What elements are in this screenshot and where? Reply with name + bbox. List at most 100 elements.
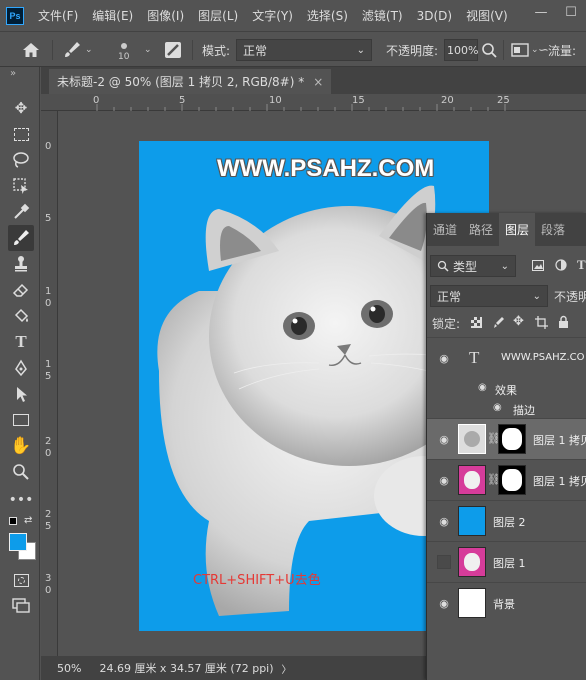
eye-icon[interactable]: ◉	[437, 514, 451, 528]
move-tool-icon[interactable]: ✥	[8, 95, 34, 121]
tab-layers[interactable]: 图层	[499, 213, 536, 246]
tools-panel: » ✥ T ✋ ••• ⇄	[0, 67, 40, 680]
chevron-down-icon[interactable]: ⌄	[144, 32, 152, 68]
menu-bar: Ps 文件(F) 编辑(E) 图像(I) 图层(L) 文字(Y) 选择(S) 滤…	[0, 0, 586, 31]
tablet-icon[interactable]: ⌄	[511, 32, 539, 68]
opacity-input[interactable]: 100%	[444, 39, 478, 61]
more-tools-icon[interactable]: •••	[8, 487, 34, 513]
menu-3d[interactable]: 3D(D)	[417, 9, 452, 23]
layer-name: WWW.PSAHZ.CO	[501, 352, 585, 363]
layer-row-copy[interactable]: ◉ ⛓ 图层 1 拷贝	[427, 459, 586, 500]
mode-select[interactable]: 正常 ⌄	[236, 39, 372, 61]
search-icon	[437, 260, 449, 272]
eye-icon[interactable]: ◉	[493, 402, 502, 413]
home-icon[interactable]	[22, 32, 40, 68]
vertical-ruler: 0 5 1 0 1 5 2 0 2 5 3 0	[41, 111, 58, 656]
eraser-tool-icon[interactable]	[8, 277, 34, 303]
menu-file[interactable]: 文件(F)	[38, 7, 78, 24]
minimize-button[interactable]: —	[526, 0, 556, 24]
menu-type[interactable]: 文字(Y)	[252, 7, 293, 24]
document-tab-title: 未标题-2 @ 50% (图层 1 拷贝 2, RGB/8#) *	[57, 75, 305, 89]
document-tab-bar: 未标题-2 @ 50% (图层 1 拷贝 2, RGB/8#) * ×	[41, 67, 586, 94]
ruler-label: 1 0	[45, 286, 52, 309]
tab-paragraph[interactable]: 段落	[535, 213, 571, 246]
menu-layer[interactable]: 图层(L)	[198, 7, 238, 24]
collapse-icon[interactable]: »	[10, 68, 16, 79]
eye-icon[interactable]: ◉	[437, 473, 451, 487]
layer-row-layer2[interactable]: ◉ 图层 2	[427, 500, 586, 541]
menu-select[interactable]: 选择(S)	[307, 7, 348, 24]
layer-row-layer1[interactable]: 图层 1	[427, 541, 586, 582]
lock-transparent-icon[interactable]	[471, 317, 482, 328]
layer-filter-select[interactable]: 类型 ⌄	[430, 255, 516, 277]
lock-all-icon[interactable]	[558, 315, 569, 328]
marquee-tool-icon[interactable]	[8, 121, 34, 147]
eye-icon[interactable]: ◉	[437, 596, 451, 610]
blend-mode-value: 正常	[437, 289, 462, 304]
zoom-level[interactable]: 50%	[57, 662, 81, 675]
menu-filter[interactable]: 滤镜(T)	[362, 7, 403, 24]
layer-effects-row[interactable]: ◉ 效果	[427, 379, 586, 399]
status-menu-arrow[interactable]: 〉	[282, 661, 292, 676]
pressure-opacity-icon[interactable]	[481, 32, 497, 68]
layer-mask-thumbnail[interactable]	[498, 424, 526, 454]
menu-image[interactable]: 图像(I)	[147, 7, 184, 24]
filter-pixel-icon[interactable]	[532, 260, 544, 271]
layer-row-background[interactable]: ◉ 背景	[427, 582, 586, 623]
layer-name: 背景	[493, 598, 515, 611]
brush-settings-icon[interactable]	[164, 32, 182, 68]
visibility-toggle-off[interactable]	[437, 555, 451, 569]
path-selection-tool-icon[interactable]	[8, 381, 34, 407]
chevron-down-icon: ⌄	[356, 44, 365, 56]
eye-icon[interactable]: ◉	[437, 432, 451, 446]
brush-size-value: 10	[118, 51, 130, 62]
quick-mask-icon[interactable]	[8, 567, 34, 593]
object-selection-tool-icon[interactable]	[8, 173, 34, 199]
swap-colors-icon[interactable]: ⇄	[24, 515, 32, 526]
layer-effect-stroke-row[interactable]: ◉ 描边	[427, 399, 586, 419]
text-layer-icon: T	[469, 348, 480, 367]
mode-value: 正常	[243, 43, 268, 58]
document-tab[interactable]: 未标题-2 @ 50% (图层 1 拷贝 2, RGB/8#) * ×	[49, 69, 332, 94]
caption-text: CTRL+SHIFT+U去色	[193, 573, 321, 588]
brush-size-picker[interactable]: 10	[118, 32, 129, 68]
lock-pixels-icon[interactable]	[493, 316, 505, 329]
foreground-color-swatch[interactable]	[9, 533, 27, 551]
eye-icon[interactable]: ◉	[478, 382, 487, 393]
zoom-tool-icon[interactable]	[8, 459, 34, 485]
tab-close-icon[interactable]: ×	[313, 75, 323, 89]
screen-mode-icon[interactable]	[8, 593, 34, 619]
filter-adjustment-icon[interactable]	[555, 259, 567, 271]
eye-icon[interactable]: ◉	[437, 351, 451, 365]
layer-mask-thumbnail[interactable]	[498, 465, 526, 495]
opacity-label: 不透明度:	[386, 43, 439, 58]
paint-bucket-tool-icon[interactable]	[8, 303, 34, 329]
brush-tool-icon[interactable]	[8, 225, 34, 251]
layer-opacity-label: 不透明	[554, 290, 586, 304]
type-tool-icon[interactable]: T	[8, 329, 34, 355]
filter-type-icon[interactable]: T	[577, 257, 586, 273]
brush-preset-icon[interactable]: ⌄	[62, 32, 93, 68]
lock-position-icon[interactable]: ✥	[513, 314, 524, 329]
maximize-button[interactable]: ☐	[556, 0, 586, 24]
tab-paths[interactable]: 路径	[463, 213, 499, 246]
stamp-tool-icon[interactable]	[8, 251, 34, 277]
document-info: 24.69 厘米 x 34.57 厘米 (72 ppi)	[99, 662, 274, 675]
lasso-tool-icon[interactable]	[8, 147, 34, 173]
hand-tool-icon[interactable]: ✋	[8, 433, 34, 459]
rectangle-tool-icon[interactable]	[8, 407, 34, 433]
ruler-label: 2 0	[45, 436, 52, 459]
lock-artboard-icon[interactable]	[535, 316, 548, 329]
menu-view[interactable]: 视图(V)	[466, 7, 508, 24]
pen-tool-icon[interactable]	[8, 355, 34, 381]
menu-edit[interactable]: 编辑(E)	[92, 7, 133, 24]
tab-channels[interactable]: 通道	[427, 213, 463, 246]
eyedropper-tool-icon[interactable]	[8, 199, 34, 225]
layer-name: 图层 1	[493, 557, 526, 570]
layer-row-copy2[interactable]: ◉ ⛓ 图层 1 拷贝	[427, 418, 586, 459]
blend-mode-select[interactable]: 正常 ⌄	[430, 285, 548, 307]
default-colors-icon[interactable]	[9, 517, 17, 525]
ruler-label: 2 5	[45, 509, 52, 532]
layer-row-text[interactable]: ◉ T WWW.PSAHZ.CO	[427, 337, 586, 379]
layer-thumbnail	[458, 506, 486, 536]
